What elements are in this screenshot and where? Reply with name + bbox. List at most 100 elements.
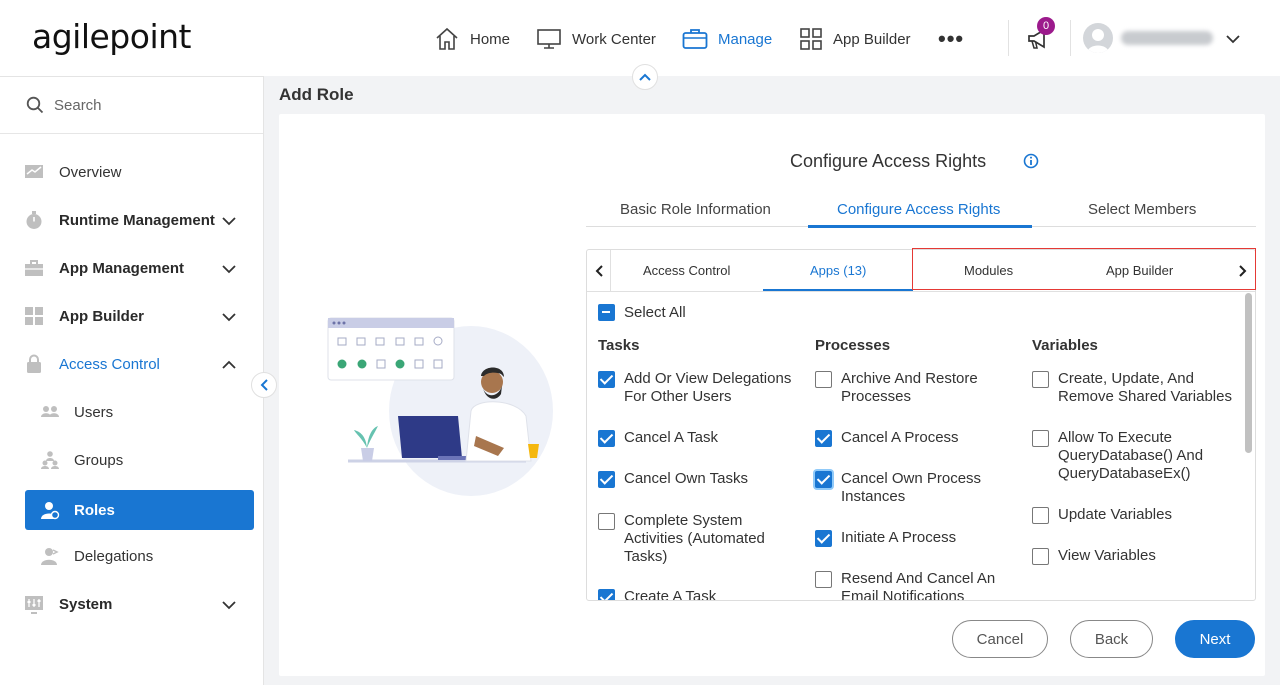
briefcase-icon	[682, 27, 708, 51]
sidebar-item-app-management[interactable]: App Management	[0, 248, 263, 288]
avatar[interactable]	[1083, 23, 1113, 53]
task-checkbox[interactable]	[598, 471, 615, 488]
delegation-icon	[40, 546, 60, 566]
task-label: Complete System Activities (Automated Ta…	[624, 512, 765, 565]
sidebar-item-label: Runtime Management	[59, 211, 215, 229]
info-icon[interactable]	[1023, 153, 1039, 174]
sidebar-item-label: System	[59, 595, 113, 613]
sidebar-item-app-builder[interactable]: App Builder	[0, 296, 263, 336]
variable-checkbox[interactable]	[1032, 371, 1049, 388]
subtab-modules[interactable]: Modules	[964, 263, 1013, 278]
subtab-next-button[interactable]	[1231, 250, 1255, 292]
access-rights-panel: Access Control Apps (13) Modules App Bui…	[586, 249, 1256, 601]
tab-select-members[interactable]: Select Members	[1088, 201, 1196, 218]
variable-checkbox[interactable]	[1032, 430, 1049, 447]
sidebar-item-label: Access Control	[59, 355, 160, 373]
task-label: Create A Task	[624, 588, 717, 601]
sidebar-item-overview[interactable]: Overview	[0, 152, 263, 192]
sidebar-item-system[interactable]: System	[0, 584, 263, 624]
sidebar-item-label: Users	[74, 403, 114, 421]
subtab-bar: Access Control Apps (13) Modules App Bui…	[587, 250, 1255, 292]
nav-manage-label: Manage	[718, 30, 773, 48]
sidebar-item-label: Overview	[59, 163, 122, 181]
task-label: Cancel Own Tasks	[624, 470, 748, 487]
monitor-icon	[536, 27, 562, 51]
chevron-down-icon	[222, 309, 236, 326]
sidebar-item-roles[interactable]: Roles	[25, 490, 254, 530]
process-checkbox[interactable]	[815, 571, 832, 588]
subtab-app-builder[interactable]: App Builder	[1106, 263, 1173, 278]
sidebar-item-groups[interactable]: Groups	[0, 440, 263, 480]
back-button[interactable]: Back	[1070, 620, 1153, 658]
chevron-left-icon	[260, 379, 268, 391]
nav-app-builder-label: App Builder	[833, 30, 911, 48]
chevron-down-icon[interactable]	[1226, 31, 1240, 49]
variable-label: Update Variables	[1058, 506, 1172, 523]
chevron-down-icon	[222, 213, 236, 230]
select-all-checkbox[interactable]	[598, 304, 615, 321]
variable-label: Create, Update, And Remove Shared Variab…	[1058, 370, 1232, 405]
sidebar-item-users[interactable]: Users	[0, 392, 263, 432]
tab-basic-role-information[interactable]: Basic Role Information	[620, 201, 771, 218]
process-checkbox[interactable]	[815, 530, 832, 547]
agilepoint-logo[interactable]: agilepoint	[32, 17, 191, 56]
chevron-down-icon	[222, 261, 236, 278]
subtab-access-control[interactable]: Access Control	[643, 263, 730, 278]
illustration-person-laptop	[326, 316, 556, 506]
process-label: Archive And Restore Processes	[841, 370, 978, 405]
sidebar-item-delegations[interactable]: Delegations	[0, 536, 263, 576]
home-icon	[434, 27, 460, 51]
process-label: Initiate A Process	[841, 529, 957, 546]
divider	[1070, 20, 1071, 56]
nav-home-label: Home	[470, 30, 511, 48]
permissions-list[interactable]: Select All Tasks Processes Variables Add…	[587, 293, 1255, 601]
search-input[interactable]: Search	[0, 77, 263, 134]
select-all-label: Select All	[624, 304, 686, 321]
process-label: Cancel A Process	[841, 429, 959, 446]
more-menu-icon[interactable]: •••	[938, 26, 964, 52]
task-checkbox[interactable]	[598, 371, 615, 388]
process-checkbox[interactable]	[815, 471, 832, 488]
grid-icon	[24, 306, 44, 326]
sidebar-item-label: Delegations	[74, 547, 154, 565]
sidebar-item-runtime-management[interactable]: Runtime Management	[0, 200, 263, 240]
users-icon	[40, 402, 60, 422]
variable-label: View Variables	[1058, 547, 1156, 564]
column-title-tasks: Tasks	[598, 337, 640, 354]
cancel-button[interactable]: Cancel	[952, 620, 1048, 658]
collapse-header-button[interactable]	[632, 64, 658, 90]
subtab-prev-button[interactable]	[587, 250, 611, 292]
nav-home[interactable]: Home	[434, 24, 510, 54]
task-checkbox[interactable]	[598, 589, 615, 600]
section-title: Configure Access Rights	[790, 151, 987, 171]
chart-icon	[24, 162, 44, 182]
active-tab-indicator	[808, 225, 1032, 228]
process-checkbox[interactable]	[815, 430, 832, 447]
nav-app-builder[interactable]: App Builder	[799, 24, 911, 54]
task-checkbox[interactable]	[598, 513, 615, 530]
column-title-processes: Processes	[815, 337, 891, 354]
variable-label: Allow To Execute QueryDatabase() And Que…	[1058, 429, 1204, 482]
nav-manage[interactable]: Manage	[682, 24, 772, 54]
role-icon	[40, 500, 60, 520]
nav-work-center-label: Work Center	[572, 30, 656, 48]
sidebar-item-label: Roles	[74, 501, 115, 519]
search-icon	[26, 96, 44, 114]
variable-checkbox[interactable]	[1032, 548, 1049, 565]
sidebar: Search Overview Runtime Management App M…	[0, 76, 264, 685]
sidebar-item-access-control[interactable]: Access Control	[0, 344, 263, 384]
username-redacted	[1121, 31, 1213, 45]
chevron-down-icon	[222, 597, 236, 614]
notification-badge: 0	[1037, 17, 1055, 35]
task-checkbox[interactable]	[598, 430, 615, 447]
scrollbar-thumb[interactable]	[1245, 293, 1252, 453]
collapse-sidebar-button[interactable]	[251, 372, 277, 398]
subtab-apps[interactable]: Apps (13)	[810, 263, 866, 278]
search-placeholder: Search	[54, 96, 102, 114]
toolbox-icon	[24, 258, 44, 278]
process-checkbox[interactable]	[815, 371, 832, 388]
nav-work-center[interactable]: Work Center	[536, 24, 656, 54]
variable-checkbox[interactable]	[1032, 507, 1049, 524]
tab-configure-access-rights[interactable]: Configure Access Rights	[837, 201, 1000, 218]
next-button[interactable]: Next	[1175, 620, 1255, 658]
